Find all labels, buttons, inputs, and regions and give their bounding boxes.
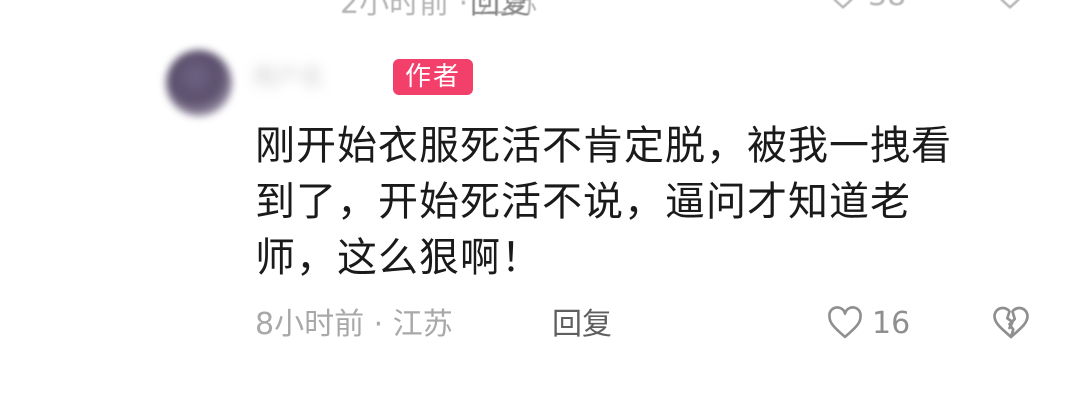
heart-outline-icon	[828, 306, 862, 339]
like-button[interactable]: 16	[826, 300, 910, 346]
previous-like-count: 38	[868, 0, 906, 13]
previous-reply-button[interactable]: 回复	[470, 0, 530, 22]
previous-comment-footer: 2小时前 · 江苏 回复 38	[0, 0, 1080, 21]
like-count: 16	[872, 305, 911, 341]
reply-button[interactable]: 回复	[552, 302, 612, 348]
comment-footer: 8小时前 · 江苏 回复	[255, 302, 1055, 348]
heart-outline-icon[interactable]	[826, 0, 860, 10]
avatar[interactable]	[166, 50, 232, 116]
time-location: 8小时前 · 江苏	[255, 307, 453, 342]
author-badge: 作者	[393, 59, 474, 95]
broken-heart-icon[interactable]	[991, 304, 1031, 340]
broken-heart-icon[interactable]	[993, 0, 1027, 10]
comment-text: 刚开始衣服死活不肯定脱，被我一拽看 到了，开始死活不说，逼问才知道老 师，这么狠…	[255, 123, 952, 281]
username[interactable]: 用户名	[252, 62, 380, 92]
